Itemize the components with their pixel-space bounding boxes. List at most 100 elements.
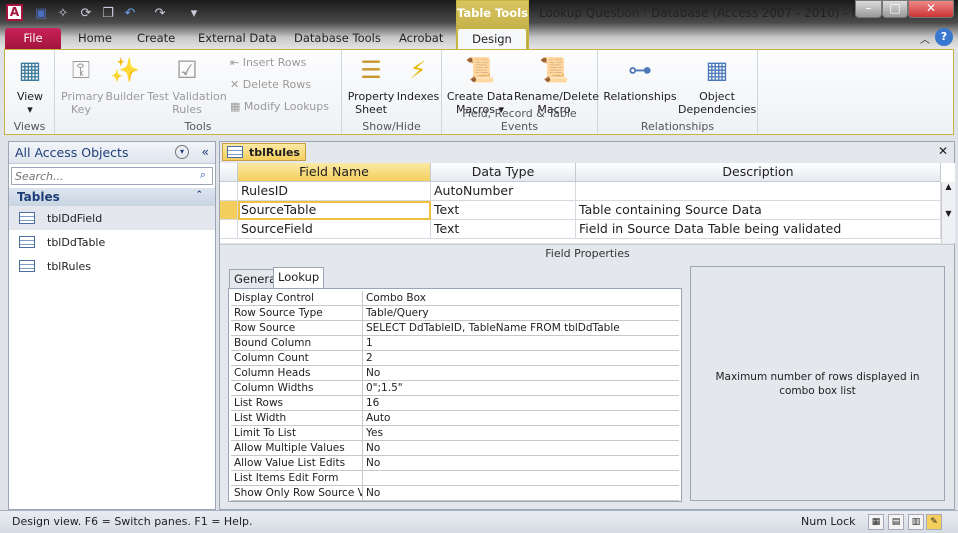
property-row[interactable]: List Width Auto: [231, 411, 679, 426]
field-name-cell[interactable]: SourceTable: [238, 201, 431, 220]
property-value[interactable]: Combo Box: [363, 291, 679, 305]
table-row[interactable]: SourceField Text Field in Source Data Tabl…: [220, 220, 941, 239]
description-cell[interactable]: Table containing Source Data: [576, 201, 941, 220]
description-cell[interactable]: Field in Source Data Table being validat…: [576, 220, 941, 239]
data-type-cell[interactable]: Text: [431, 220, 576, 239]
pivottable-view-icon[interactable]: ▤: [888, 514, 904, 530]
field-name-cell[interactable]: RulesID: [238, 182, 431, 201]
row-selector[interactable]: [220, 201, 238, 220]
property-row[interactable]: Allow Value List Edits No: [231, 456, 679, 471]
object-dependencies-button[interactable]: ▦ Object Dependencies: [678, 54, 756, 117]
view-button[interactable]: ▦ View ▾: [9, 54, 51, 117]
nav-header[interactable]: All Access Objects ▾ «: [9, 142, 215, 164]
quick-access-icon[interactable]: ✧: [55, 5, 71, 21]
object-dependencies-icon: ▦: [705, 55, 729, 84]
column-header-data-type[interactable]: Data Type: [431, 163, 576, 182]
property-value[interactable]: [363, 471, 679, 485]
close-document-icon[interactable]: ✕: [938, 144, 948, 158]
builder-button[interactable]: ✨ Builder: [105, 54, 145, 104]
tab-design[interactable]: Design: [457, 28, 527, 49]
delete-rows-button[interactable]: ✕ Delete Rows: [230, 78, 311, 91]
shutter-bar-collapse-icon[interactable]: «: [201, 144, 209, 159]
close-button[interactable]: ✕: [908, 0, 954, 18]
tab-database-tools[interactable]: Database Tools: [282, 28, 393, 49]
table-row[interactable]: RulesID AutoNumber: [220, 182, 941, 201]
refresh-icon[interactable]: ⟳: [78, 5, 94, 21]
property-row[interactable]: Column Widths 0";1.5": [231, 381, 679, 396]
undo-icon[interactable]: ↶: [122, 5, 138, 21]
property-value[interactable]: No: [363, 456, 679, 470]
tab-lookup[interactable]: Lookup: [273, 267, 325, 288]
search-icon[interactable]: ⌕: [194, 168, 212, 184]
property-row[interactable]: List Rows 16: [231, 396, 679, 411]
windows-icon[interactable]: ❐: [100, 5, 116, 21]
indexes-button[interactable]: ⚡ Indexes: [396, 54, 440, 104]
property-value[interactable]: Auto: [363, 411, 679, 425]
tab-create[interactable]: Create: [125, 28, 187, 49]
nav-item-tblddtable[interactable]: tblDdTable: [9, 230, 215, 254]
column-header-description[interactable]: Description: [576, 163, 941, 182]
property-help-text: Maximum number of rows displayed in comb…: [690, 266, 945, 501]
property-value[interactable]: No: [363, 366, 679, 380]
nav-search-input[interactable]: [12, 168, 194, 184]
property-sheet-button[interactable]: ☰ Property Sheet: [346, 54, 396, 117]
grid-vertical-scrollbar[interactable]: ▲ ▼: [941, 182, 955, 243]
property-value[interactable]: 0";1.5": [363, 381, 679, 395]
tab-file[interactable]: File: [5, 28, 61, 49]
property-row[interactable]: Allow Multiple Values No: [231, 441, 679, 456]
description-cell[interactable]: [576, 182, 941, 201]
tab-acrobat[interactable]: Acrobat: [387, 28, 455, 49]
property-value[interactable]: 1: [363, 336, 679, 350]
redo-icon[interactable]: ↷: [152, 5, 168, 21]
access-app-icon[interactable]: A: [6, 4, 23, 21]
collapse-icon[interactable]: ⌃: [195, 190, 203, 200]
save-icon[interactable]: ▣: [33, 5, 49, 21]
pivotchart-view-icon[interactable]: ▥: [908, 514, 924, 530]
minimize-ribbon-icon[interactable]: ︿: [920, 31, 930, 46]
nav-menu-dropdown-icon[interactable]: ▾: [175, 145, 189, 159]
property-value[interactable]: Yes: [363, 426, 679, 440]
property-value[interactable]: SELECT DdTableID, TableName FROM tblDdTa…: [363, 321, 679, 335]
property-row[interactable]: List Items Edit Form: [231, 471, 679, 486]
property-name: Column Widths: [231, 381, 363, 395]
property-value[interactable]: Table/Query: [363, 306, 679, 320]
nav-category-tables[interactable]: Tables ⌃: [9, 188, 215, 206]
property-row[interactable]: Show Only Row Source V No: [231, 486, 679, 501]
property-row[interactable]: Display Control Combo Box: [231, 291, 679, 306]
property-value[interactable]: No: [363, 486, 679, 500]
field-name-cell[interactable]: SourceField: [238, 220, 431, 239]
design-view-icon[interactable]: ✎: [926, 514, 942, 530]
property-value[interactable]: No: [363, 441, 679, 455]
property-row[interactable]: Row Source Type Table/Query: [231, 306, 679, 321]
minimize-button[interactable]: –: [855, 0, 882, 18]
tab-home[interactable]: Home: [66, 28, 124, 49]
property-row[interactable]: Bound Column 1: [231, 336, 679, 351]
property-value[interactable]: 16: [363, 396, 679, 410]
property-row[interactable]: Limit To List Yes: [231, 426, 679, 441]
property-row[interactable]: Row Source SELECT DdTableID, TableName FR…: [231, 321, 679, 336]
row-selector[interactable]: [220, 182, 238, 201]
primary-key-button[interactable]: ⚿ Primary Key: [61, 54, 104, 117]
data-type-cell[interactable]: Text: [431, 201, 576, 220]
modify-lookups-button[interactable]: ▦ Modify Lookups: [230, 100, 329, 113]
test-validation-rules-button[interactable]: ☑ Test Validation Rules: [147, 54, 227, 117]
datasheet-view-icon[interactable]: ▦: [868, 514, 884, 530]
tab-external-data[interactable]: External Data: [186, 28, 289, 49]
column-header-field-name[interactable]: Field Name: [238, 163, 431, 182]
property-row[interactable]: Column Count 2: [231, 351, 679, 366]
help-icon[interactable]: ?: [935, 28, 953, 46]
relationships-button[interactable]: ⊶ Relationships: [602, 54, 678, 104]
table-row-selected[interactable]: SourceTable Text Table containing Source D…: [220, 201, 941, 220]
property-value[interactable]: 2: [363, 351, 679, 365]
relationships-label: Relationships: [603, 90, 677, 103]
row-selector[interactable]: [220, 220, 238, 239]
nav-item-tblrules[interactable]: tblRules: [9, 254, 215, 278]
builder-label: Builder: [105, 90, 145, 103]
maximize-button[interactable]: □: [882, 0, 908, 18]
nav-item-tblddfield[interactable]: tblDdField: [9, 206, 215, 230]
property-row[interactable]: Column Heads No: [231, 366, 679, 381]
insert-rows-button[interactable]: ⇤ Insert Rows: [230, 56, 306, 69]
data-type-cell[interactable]: AutoNumber: [431, 182, 576, 201]
customize-toolbar-icon[interactable]: ▾: [186, 5, 202, 21]
document-tab-tblrules[interactable]: tblRules: [222, 143, 306, 161]
